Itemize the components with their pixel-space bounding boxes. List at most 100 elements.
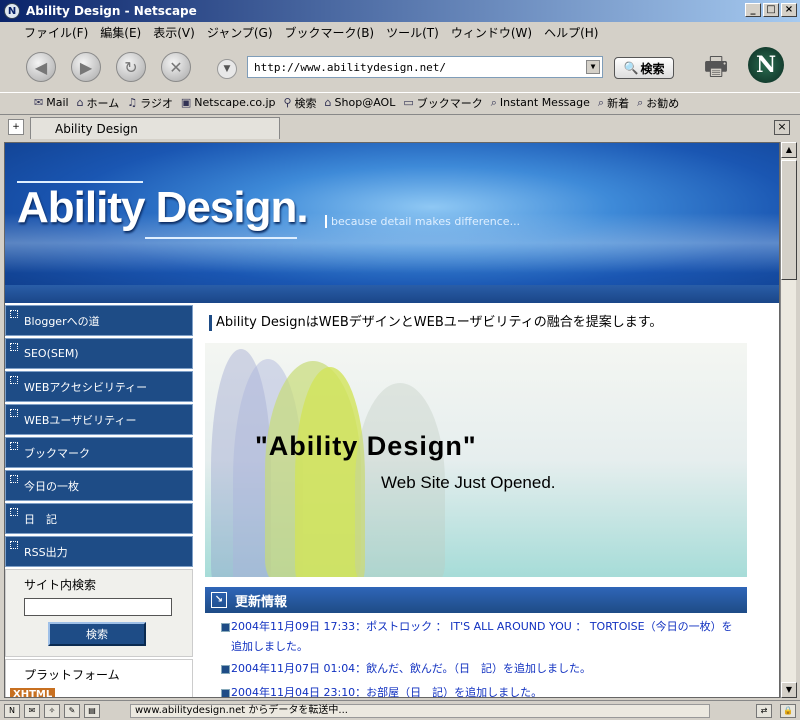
netscape-app-icon: N: [4, 3, 20, 19]
nav-accessibility[interactable]: WEBアクセシビリティー: [5, 371, 193, 402]
navigation-toolbar: ◀ ▶ ↻ ✕ ▼ http://www.abilitydesign.net/ …: [0, 42, 800, 92]
nav-blogger[interactable]: Bloggerへの道: [5, 305, 193, 336]
home-icon: ⌂: [76, 96, 84, 109]
site-banner: Ability Design. because detail makes dif…: [5, 143, 779, 303]
news-heading-label: 更新情報: [235, 594, 288, 610]
banner-strip: [5, 285, 779, 303]
forward-arrow-icon: ▶: [79, 57, 93, 77]
security-lock-icon[interactable]: 🔒: [780, 704, 796, 718]
menu-bar: ファイル(F) 編集(E) 表示(V) ジャンプ(G) ブックマーク(B) ツー…: [0, 22, 800, 42]
pb-shop[interactable]: ⌂ Shop@AOL: [325, 96, 396, 109]
close-tab-button[interactable]: ×: [774, 120, 790, 135]
menu-view[interactable]: 表示(V): [147, 24, 201, 41]
minimize-button[interactable]: _: [745, 3, 761, 17]
menu-tools[interactable]: ツール(T): [380, 24, 445, 41]
pb-instant-message[interactable]: ⌕ Instant Message: [491, 96, 590, 110]
xhtml-badge[interactable]: XHTML: [10, 688, 56, 697]
personal-toolbar: ✉ Mail ⌂ ホーム ♫ ラジオ ▣ Netscape.co.jp ⚲ 検索 ⌂ Sho…: [0, 92, 800, 112]
nav-seo[interactable]: SEO(SEM): [5, 338, 193, 369]
search-button-label: 検索: [640, 61, 665, 76]
print-button[interactable]: 🖶: [698, 48, 734, 82]
aim-icon[interactable]: ✧: [44, 703, 60, 718]
url-text: http://www.abilitydesign.net/: [254, 60, 447, 74]
printer-icon: 🖶: [703, 52, 729, 82]
nav-today-photo[interactable]: 今日の一枚: [5, 470, 193, 501]
search-button[interactable]: 🔍 検索: [614, 57, 674, 79]
intro-text: Ability DesignはWEBデザインとWEBユーザビリティの融合を提案し…: [209, 315, 662, 331]
platform-label: プラットフォーム: [24, 668, 120, 682]
hero-subtitle: Web Site Just Opened.: [381, 473, 556, 492]
nav-rss[interactable]: RSS出力: [5, 536, 193, 567]
scroll-thumb[interactable]: [781, 160, 797, 280]
tab-ability-design[interactable]: Ability Design: [30, 117, 280, 139]
reload-icon: ↻: [124, 57, 138, 77]
pb-netscape[interactable]: ▣ Netscape.co.jp: [181, 96, 276, 109]
address-book-icon[interactable]: ▤: [84, 703, 100, 718]
url-input[interactable]: http://www.abilitydesign.net/ ▼: [247, 56, 603, 78]
pb-bookmarks[interactable]: ▭ ブックマーク: [403, 95, 482, 111]
pb-search[interactable]: ⚲ 検索: [283, 95, 316, 111]
site-logo[interactable]: Ability Design.: [17, 183, 309, 233]
hero-image: "Ability Design" Web Site Just Opened.: [205, 343, 747, 577]
main-content: Ability DesignはWEBデザインとWEBユーザビリティの融合を提案し…: [203, 305, 749, 697]
shop-icon: ⌂: [324, 96, 332, 109]
site-tagline: because detail makes difference...: [325, 215, 520, 228]
window-controls: _ □ ×: [745, 3, 797, 17]
news-item[interactable]: 2004年11月07日 01:04：飲んだ、飲んだ。（日 記）を追加しました。: [221, 659, 741, 679]
vertical-scrollbar[interactable]: ▲ ▼: [780, 142, 797, 698]
my-icon: ▣: [180, 96, 192, 109]
pb-recommend[interactable]: ⌕ お勧め: [637, 95, 679, 111]
magnifier-icon: 🔍: [623, 61, 639, 75]
nav-diary[interactable]: 日 記: [5, 503, 193, 534]
menu-help[interactable]: ヘルプ(H): [538, 24, 604, 41]
menu-bookmarks[interactable]: ブックマーク(B): [279, 24, 381, 41]
scroll-up-button[interactable]: ▲: [781, 142, 797, 158]
mail-icon: ✉: [34, 96, 44, 109]
maximize-button[interactable]: □: [763, 3, 779, 17]
scroll-down-button[interactable]: ▼: [781, 682, 797, 698]
site-search-input[interactable]: [24, 598, 172, 616]
composer-icon[interactable]: ✎: [64, 703, 80, 718]
headphones-icon: ♫: [127, 96, 138, 109]
arrow-icon: ↘: [211, 592, 227, 608]
nav-usability[interactable]: WEBユーザビリティー: [5, 404, 193, 435]
close-window-button[interactable]: ×: [781, 3, 797, 17]
pb-radio[interactable]: ♫ ラジオ: [127, 95, 173, 111]
history-dropdown-button[interactable]: ▼: [217, 59, 237, 79]
reload-button[interactable]: ↻: [116, 52, 146, 82]
pb-new[interactable]: ⌕ 新着: [598, 95, 629, 111]
mail-icon[interactable]: ✉: [24, 703, 40, 718]
folder-icon: ▭: [403, 96, 414, 109]
news-item[interactable]: 2004年11月04日 23:10：お部屋（日 記）を追加しました。: [221, 683, 741, 697]
news-heading: ↘ 更新情報: [205, 587, 747, 613]
hero-title: "Ability Design": [255, 431, 477, 461]
title-bar: N Ability Design - Netscape _ □ ×: [0, 0, 800, 22]
menu-file[interactable]: ファイル(F): [18, 24, 94, 41]
bookmark-icon: ⌕: [637, 95, 644, 109]
menu-go[interactable]: ジャンプ(G): [201, 24, 279, 41]
new-tab-icon[interactable]: +: [8, 119, 24, 135]
connection-icon: ⇄: [756, 704, 772, 718]
menu-window[interactable]: ウィンドウ(W): [445, 24, 538, 41]
status-indicators: ⇄ 🔒: [752, 704, 796, 718]
chevron-down-icon: ▼: [223, 64, 231, 74]
site-search-button[interactable]: 検索: [48, 622, 146, 646]
stop-icon: ✕: [169, 57, 183, 77]
url-dropdown-button[interactable]: ▼: [586, 60, 600, 74]
navigator-icon[interactable]: N: [4, 703, 20, 718]
news-item[interactable]: 2004年11月09日 17:33：ポストロック ： IT'S ALL AROU…: [221, 617, 741, 657]
site-sidebar: Bloggerへの道 SEO(SEM) WEBアクセシビリティー WEBユーザビ…: [5, 305, 195, 697]
platform-panel: プラットフォーム XHTML: [5, 659, 193, 697]
netscape-throbber-logo[interactable]: N: [748, 47, 784, 83]
nav-bookmarks[interactable]: ブックマーク: [5, 437, 193, 468]
status-bar: N ✉ ✧ ✎ ▤ www.abilitydesign.net からデータを転送…: [0, 700, 800, 720]
back-button[interactable]: ◀: [26, 52, 56, 82]
forward-button[interactable]: ▶: [71, 52, 101, 82]
logo-underline: [145, 237, 297, 239]
status-message: www.abilitydesign.net からデータを転送中...: [130, 704, 710, 718]
pb-mail[interactable]: ✉ Mail: [34, 96, 69, 109]
menu-edit[interactable]: 編集(E): [94, 24, 147, 41]
window-title: Ability Design - Netscape: [26, 4, 197, 18]
pb-home[interactable]: ⌂ ホーム: [77, 95, 120, 111]
stop-button[interactable]: ✕: [161, 52, 191, 82]
